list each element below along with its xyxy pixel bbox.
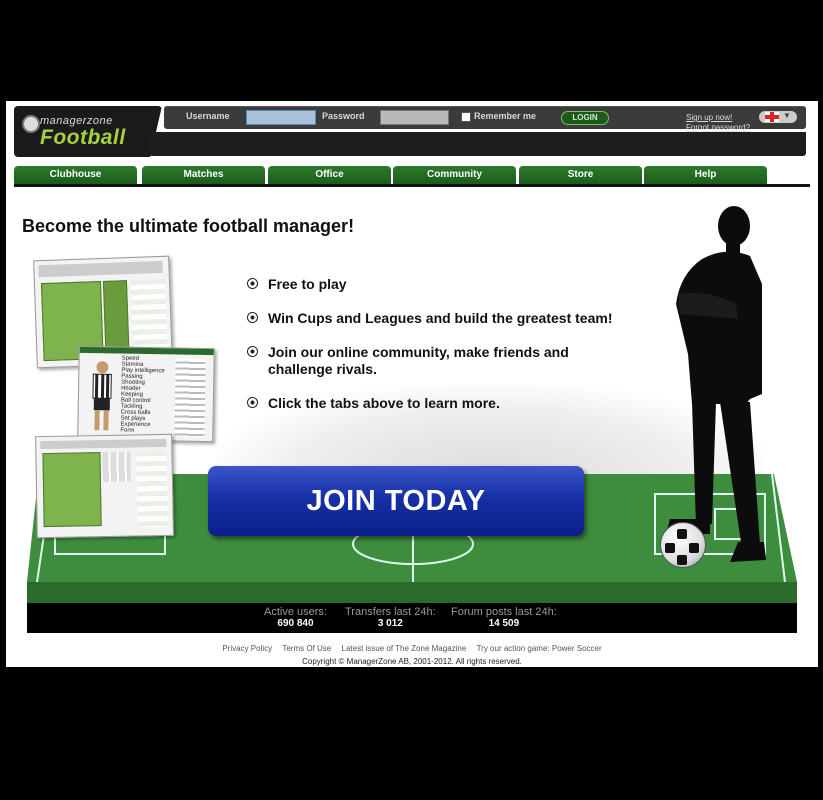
username-label: Username xyxy=(186,111,230,121)
tabs-strip xyxy=(38,260,163,278)
player-list xyxy=(136,450,168,528)
football-bullet-icon xyxy=(247,346,258,357)
manager-silhouette xyxy=(666,206,766,562)
chevron-down-icon: ▼ xyxy=(783,111,791,120)
page-headline: Become the ultimate football manager! xyxy=(22,216,355,236)
header-strip xyxy=(149,132,806,156)
mini-pitch xyxy=(42,452,102,528)
footer-links: Privacy Policy Terms Of Use Latest issue… xyxy=(6,644,818,653)
player-avatar xyxy=(92,361,112,431)
tab-office[interactable]: Office xyxy=(268,166,391,184)
skill-list: Speed Stamina Play intelligence Passing … xyxy=(120,356,165,435)
profile-header-bar xyxy=(79,346,214,356)
remember-me-label: Remember me xyxy=(474,111,537,121)
stats-bar: Active users: 690 840 Transfers last 24h… xyxy=(27,603,797,633)
player-list xyxy=(130,278,168,356)
tab-help[interactable]: Help xyxy=(644,166,767,184)
tabs-strip xyxy=(40,438,167,450)
ball-patch xyxy=(677,555,687,565)
tab-community[interactable]: Community xyxy=(393,166,516,184)
transfers-stat: Transfers last 24h: 3 012 xyxy=(345,606,436,629)
football-icon xyxy=(660,522,706,568)
transfers-value: 3 012 xyxy=(377,618,403,629)
feature-item: Click the tabs above to learn more. xyxy=(246,395,626,412)
football-bullet-icon xyxy=(247,312,258,323)
username-input[interactable] xyxy=(246,110,316,125)
zone-magazine-link[interactable]: Latest issue of The Zone Magazine xyxy=(342,644,467,653)
tab-underline xyxy=(14,184,810,187)
login-button[interactable]: LOGIN xyxy=(561,111,609,125)
active-users-label: Active users: xyxy=(264,606,327,618)
match-screenshot xyxy=(35,433,174,539)
ball-patch xyxy=(665,543,675,553)
copyright: Copyright © ManagerZone AB, 2001-2012. A… xyxy=(302,657,522,666)
language-select[interactable]: ▼ xyxy=(759,111,797,123)
substitutes-grid xyxy=(102,451,131,483)
pitch-base xyxy=(27,582,797,603)
logo-main-text: Football xyxy=(40,126,126,149)
feature-list: Free to play Win Cups and Leagues and bu… xyxy=(246,276,626,429)
login-bar: Username Password Remember me LOGIN Sign… xyxy=(164,106,806,132)
ball-patch xyxy=(689,543,699,553)
terms-of-use-link[interactable]: Terms Of Use xyxy=(282,644,331,653)
active-users-stat: Active users: 690 840 xyxy=(264,606,327,629)
feature-item: Free to play xyxy=(246,276,626,293)
privacy-policy-link[interactable]: Privacy Policy xyxy=(222,644,272,653)
sign-up-link[interactable]: Sign up now! xyxy=(686,113,732,122)
england-flag-icon xyxy=(765,112,779,122)
header: managerzone Football Username Password R… xyxy=(6,101,818,163)
forum-posts-value: 14 509 xyxy=(488,618,520,629)
forgot-password-link[interactable]: Forgot password? xyxy=(686,123,750,132)
ball-patch xyxy=(677,529,687,539)
football-bullet-icon xyxy=(247,278,258,289)
forum-posts-label: Forum posts last 24h: xyxy=(451,606,557,618)
page: managerzone Football Username Password R… xyxy=(6,101,818,667)
password-label: Password xyxy=(322,111,365,121)
football-logo-icon xyxy=(22,115,40,133)
join-today-button[interactable]: JOIN TODAY xyxy=(208,466,584,536)
tab-store[interactable]: Store xyxy=(519,166,642,184)
feature-item: Join our online community, make friends … xyxy=(246,344,626,378)
tab-matches[interactable]: Matches xyxy=(142,166,265,184)
tab-clubhouse[interactable]: Clubhouse xyxy=(14,166,137,184)
skill-balls xyxy=(174,358,206,438)
remember-me-checkbox[interactable] xyxy=(461,112,471,122)
forum-posts-stat: Forum posts last 24h: 14 509 xyxy=(451,606,557,629)
password-input[interactable] xyxy=(380,110,449,125)
transfers-label: Transfers last 24h: xyxy=(345,606,436,618)
managerzone-football-logo[interactable]: managerzone Football xyxy=(14,106,162,157)
football-bullet-icon xyxy=(247,397,258,408)
power-soccer-link[interactable]: Try our action game: Power Soccer xyxy=(477,644,602,653)
active-users-value: 690 840 xyxy=(277,618,314,629)
feature-item: Win Cups and Leagues and build the great… xyxy=(246,310,626,327)
player-profile-screenshot: Speed Stamina Play intelligence Passing … xyxy=(77,345,215,443)
